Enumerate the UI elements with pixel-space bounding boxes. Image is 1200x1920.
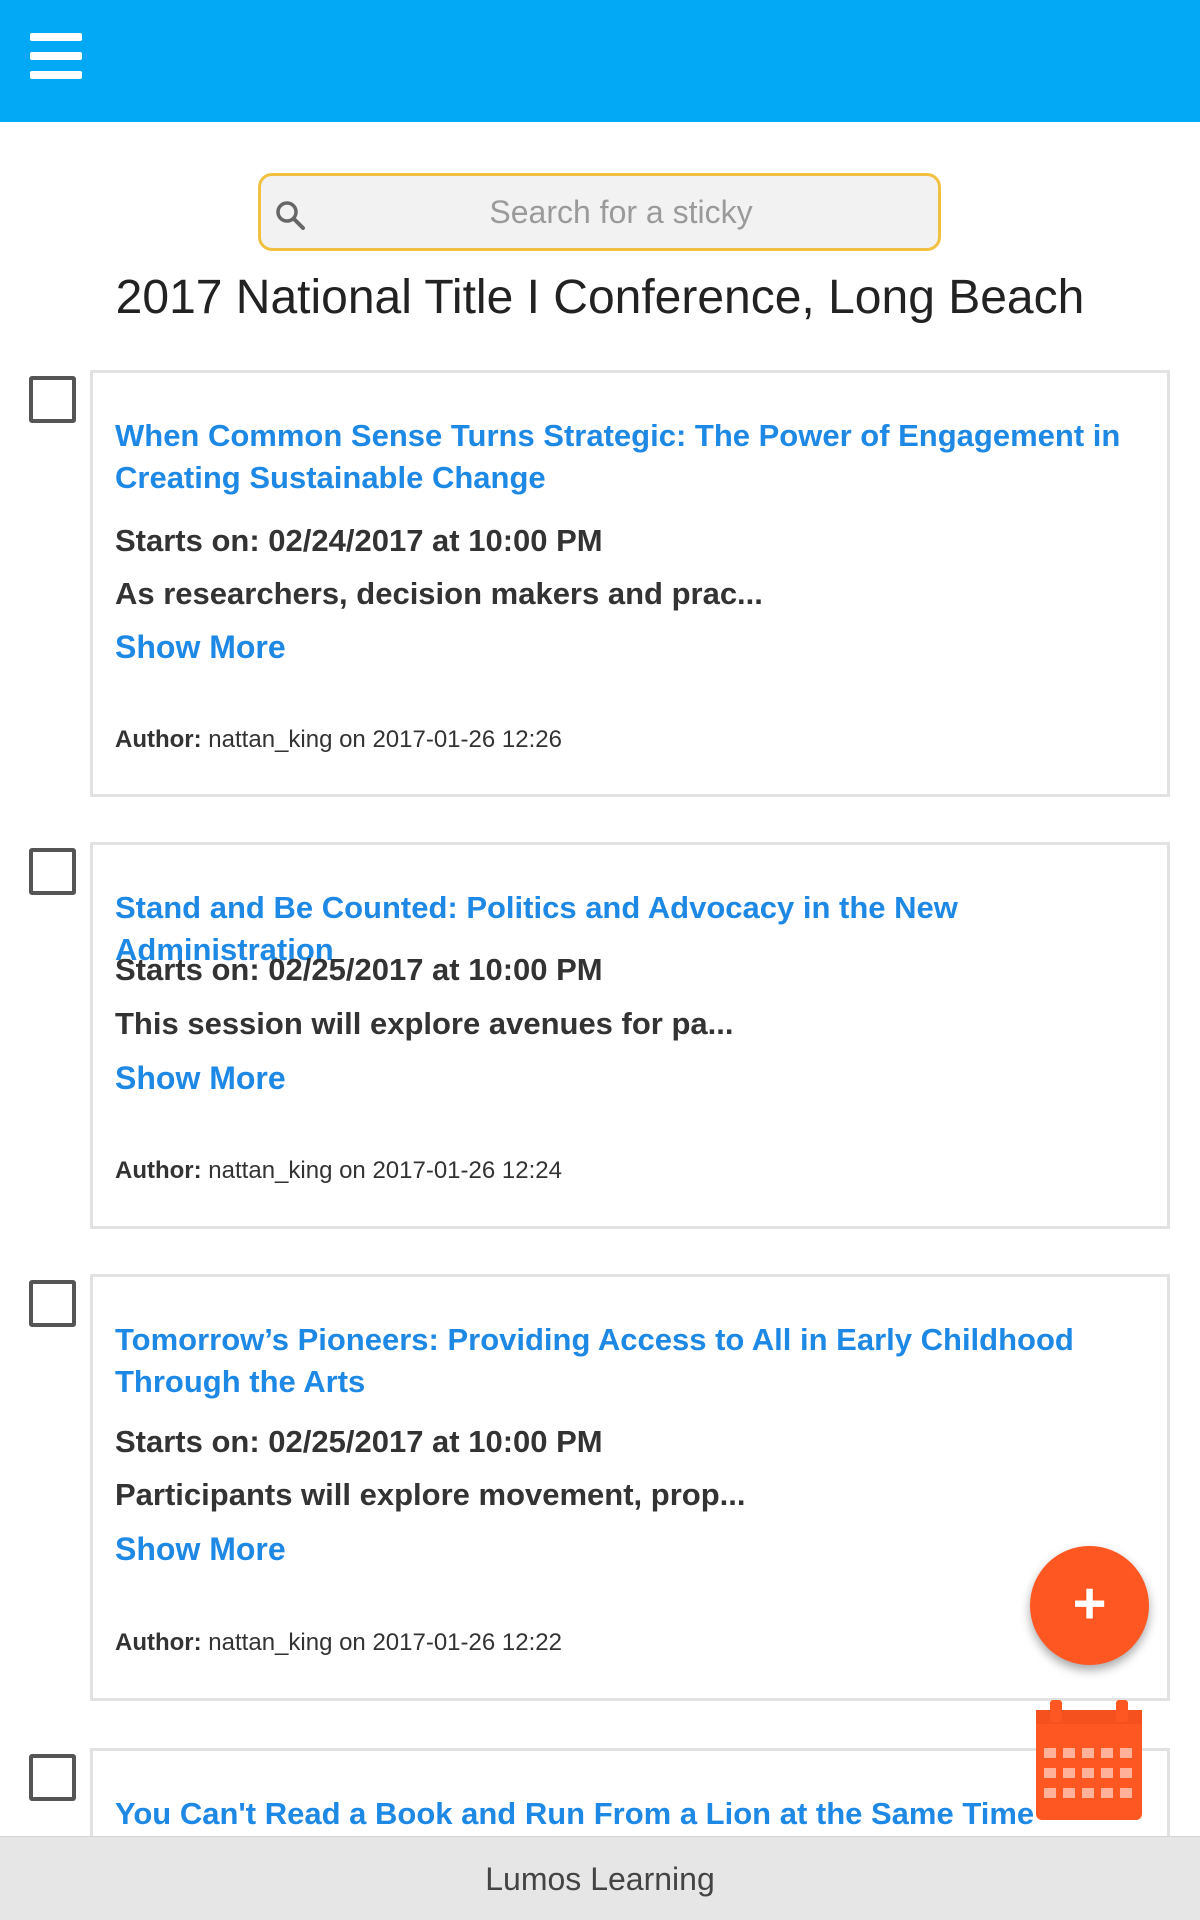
card-title[interactable]: You Can't Read a Book and Run From a Lio… <box>115 1793 1145 1835</box>
show-more-link[interactable]: Show More <box>115 1531 286 1568</box>
author-text: nattan_king on 2017-01-26 12:26 <box>201 726 562 753</box>
footer-text: Lumos Learning <box>485 1861 715 1897</box>
select-checkbox[interactable] <box>29 1280 76 1327</box>
card-author: Author: nattan_king on 2017-01-26 12:24 <box>115 1157 562 1185</box>
sticky-card: Tomorrow’s Pioneers: Providing Access to… <box>90 1274 1170 1701</box>
plus-icon: + <box>1072 1571 1107 1636</box>
author-text: nattan_king on 2017-01-26 12:22 <box>201 1629 562 1656</box>
select-checkbox[interactable] <box>29 848 76 895</box>
search-box <box>258 173 941 251</box>
page-title: 2017 National Title I Conference, Long B… <box>115 271 1085 324</box>
app-bar <box>0 0 1200 122</box>
card-start-date: Starts on: 02/24/2017 at 10:00 PM <box>115 523 603 558</box>
search-icon <box>276 201 305 230</box>
card-author: Author: nattan_king on 2017-01-26 12:26 <box>115 726 562 754</box>
author-label: Author: <box>115 1157 202 1184</box>
select-checkbox[interactable] <box>29 376 76 423</box>
footer-bar: Lumos Learning <box>0 1836 1200 1920</box>
show-more-link[interactable]: Show More <box>115 1060 286 1097</box>
sticky-card: When Common Sense Turns Strategic: The P… <box>90 370 1170 797</box>
show-more-link[interactable]: Show More <box>115 629 286 666</box>
author-label: Author: <box>115 1629 202 1656</box>
calendar-icon[interactable] <box>1036 1700 1142 1820</box>
card-description: As researchers, decision makers and prac… <box>115 576 763 611</box>
card-author: Author: nattan_king on 2017-01-26 12:22 <box>115 1629 562 1657</box>
author-label: Author: <box>115 726 202 753</box>
sticky-card: Stand and Be Counted: Politics and Advoc… <box>90 842 1170 1229</box>
hamburger-menu-icon[interactable] <box>30 33 82 79</box>
select-checkbox[interactable] <box>29 1754 76 1801</box>
add-sticky-button[interactable]: + <box>1030 1546 1149 1665</box>
card-description: This session will explore avenues for pa… <box>115 1006 734 1041</box>
card-description: Participants will explore movement, prop… <box>115 1477 746 1512</box>
card-start-date: Starts on: 02/25/2017 at 10:00 PM <box>115 952 603 987</box>
author-text: nattan_king on 2017-01-26 12:24 <box>201 1157 562 1184</box>
search-input[interactable] <box>321 176 921 248</box>
card-start-date: Starts on: 02/25/2017 at 10:00 PM <box>115 1424 603 1459</box>
card-title[interactable]: Tomorrow’s Pioneers: Providing Access to… <box>115 1319 1145 1403</box>
card-title[interactable]: When Common Sense Turns Strategic: The P… <box>115 415 1145 499</box>
